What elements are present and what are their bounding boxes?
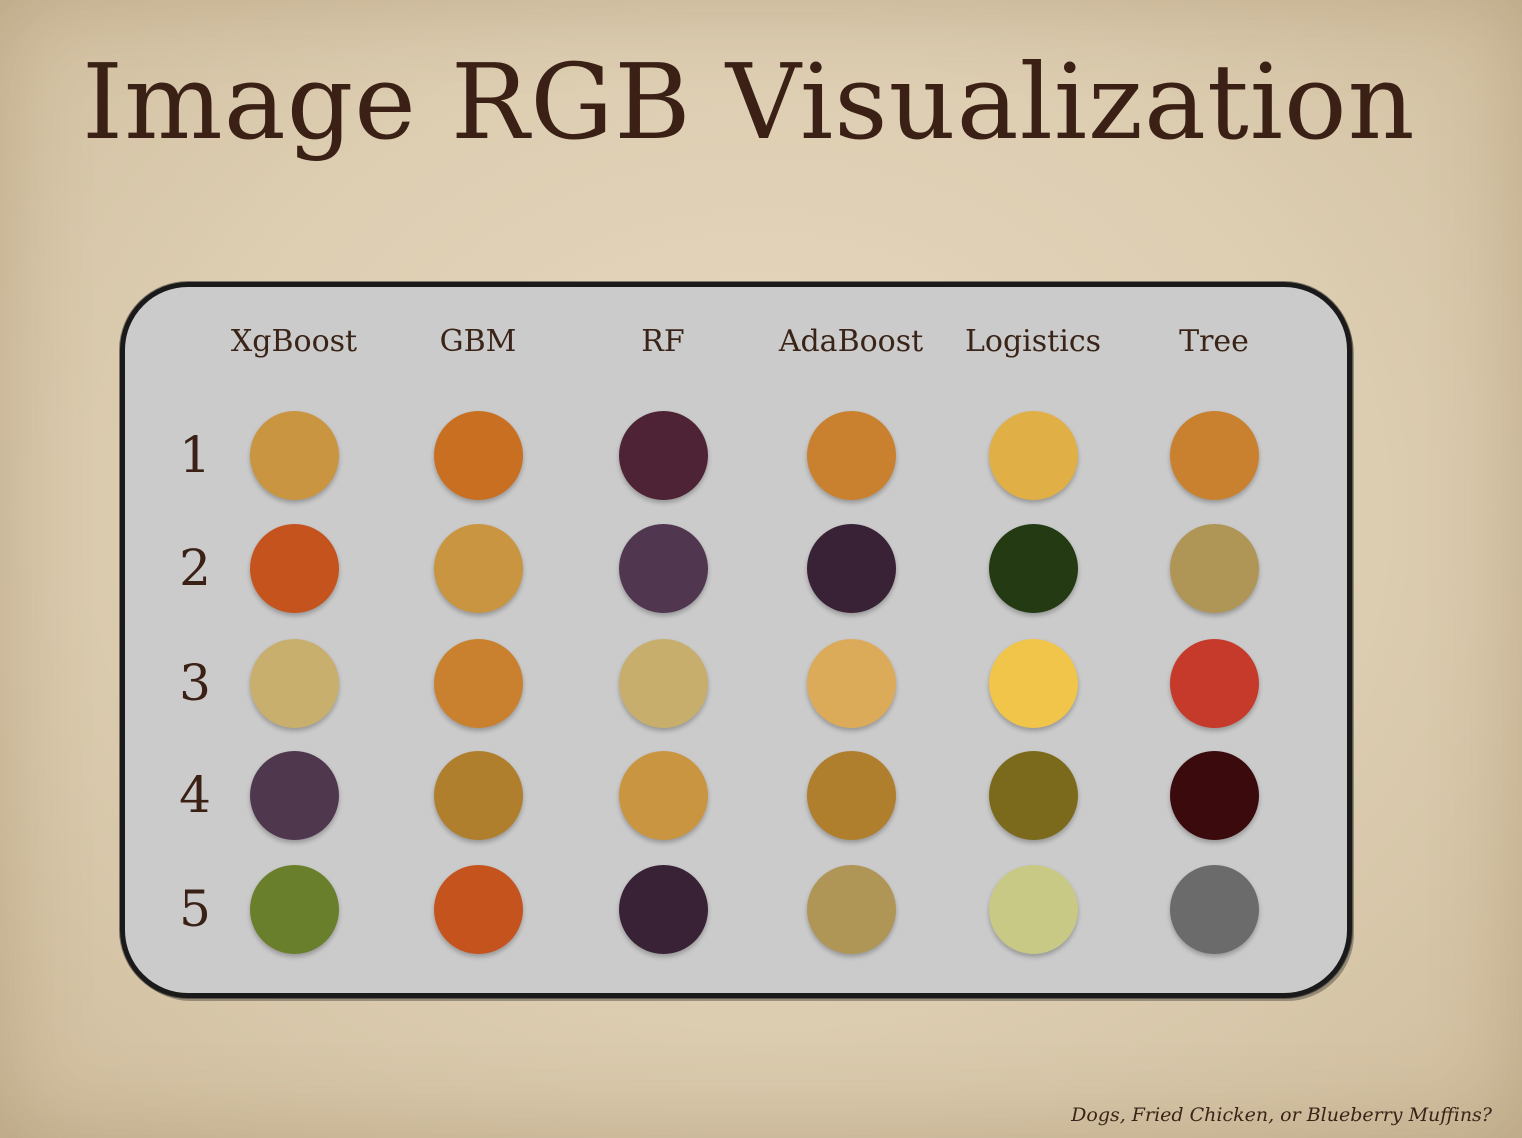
column-header: Logistics [964,324,1102,359]
column-header: Tree [1179,324,1249,359]
color-swatch [806,864,896,954]
footer-caption: Dogs, Fried Chicken, or Blueberry Muffin… [1071,1104,1492,1126]
row-label: 4 [179,766,211,824]
slide-title: Image RGB Visualization [82,41,1416,163]
color-swatch [1169,523,1259,613]
color-swatch [433,750,523,840]
color-swatch [988,410,1078,500]
color-swatch [806,750,896,840]
color-swatch [806,523,896,613]
color-swatch [618,523,708,613]
color-swatch [433,638,523,728]
color-swatch [988,864,1078,954]
color-swatch [249,410,339,500]
color-swatch [249,864,339,954]
row-label: 5 [179,880,211,938]
column-header: XgBoost [230,324,358,359]
color-swatch [806,410,896,500]
color-swatch [1169,750,1259,840]
column-header: RF [641,324,685,359]
color-swatch [806,638,896,728]
color-swatch [988,523,1078,613]
color-swatch [618,864,708,954]
color-swatch [1169,864,1259,954]
row-label: 1 [179,426,211,484]
color-swatch [249,750,339,840]
color-swatch [249,638,339,728]
color-swatch [433,864,523,954]
color-swatch [249,523,339,613]
color-swatch [988,750,1078,840]
color-swatch [618,638,708,728]
row-label: 3 [179,654,211,712]
row-label: 2 [179,539,211,597]
color-swatch [618,750,708,840]
color-swatch [618,410,708,500]
color-swatch [1169,638,1259,728]
column-header: GBM [439,324,517,359]
color-swatch [988,638,1078,728]
color-swatch [1169,410,1259,500]
color-swatch [433,410,523,500]
column-header: AdaBoost [778,324,924,359]
color-swatch [433,523,523,613]
